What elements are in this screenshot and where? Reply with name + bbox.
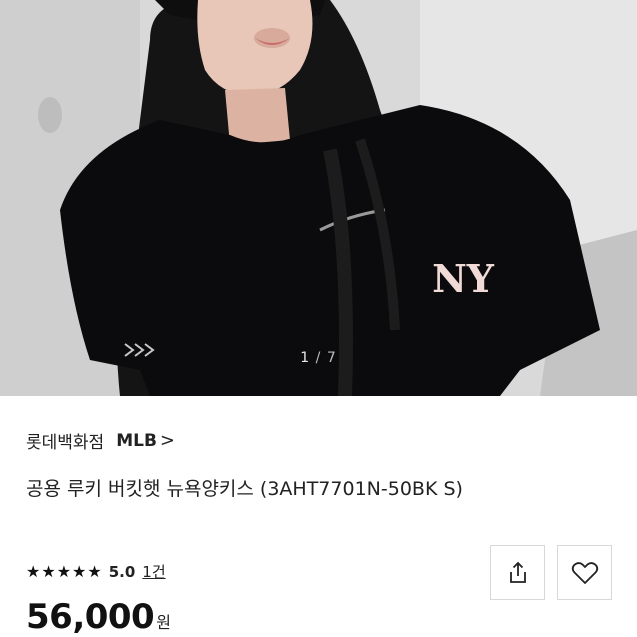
chevron-right-icon: > bbox=[159, 430, 176, 451]
brand-link[interactable]: MLB > bbox=[116, 430, 175, 451]
rating-row: ★★★★★ 5.0 1건 bbox=[26, 561, 166, 582]
price-currency: 원 bbox=[156, 613, 171, 632]
rating-stars-icon: ★★★★★ bbox=[26, 562, 103, 581]
image-counter: 1 / 7 bbox=[0, 350, 637, 366]
heart-outline-icon bbox=[571, 561, 598, 584]
image-counter-current: 1 bbox=[300, 350, 311, 366]
image-counter-total: 7 bbox=[326, 350, 337, 366]
rating-score: 5.0 bbox=[108, 562, 136, 581]
share-button[interactable] bbox=[490, 545, 545, 600]
wishlist-button[interactable] bbox=[557, 545, 612, 600]
price-row: 56,000 원 bbox=[26, 597, 171, 637]
product-photo: NY bbox=[0, 0, 637, 396]
price-amount: 56,000 bbox=[26, 597, 155, 637]
image-counter-separator: / bbox=[315, 350, 322, 366]
review-count-link[interactable]: 1건 bbox=[142, 561, 165, 582]
store-name: 롯데백화점 bbox=[26, 433, 105, 453]
product-image[interactable]: NY 1 / 7 bbox=[0, 0, 637, 396]
svg-text:NY: NY bbox=[432, 256, 495, 301]
seller-row: 롯데백화점 MLB > bbox=[26, 428, 175, 453]
brand-name: MLB bbox=[116, 430, 157, 451]
share-icon bbox=[509, 561, 526, 583]
product-title: 공용 루키 버킷햇 뉴욕양키스 (3AHT7701N-50BK S) bbox=[26, 478, 463, 500]
